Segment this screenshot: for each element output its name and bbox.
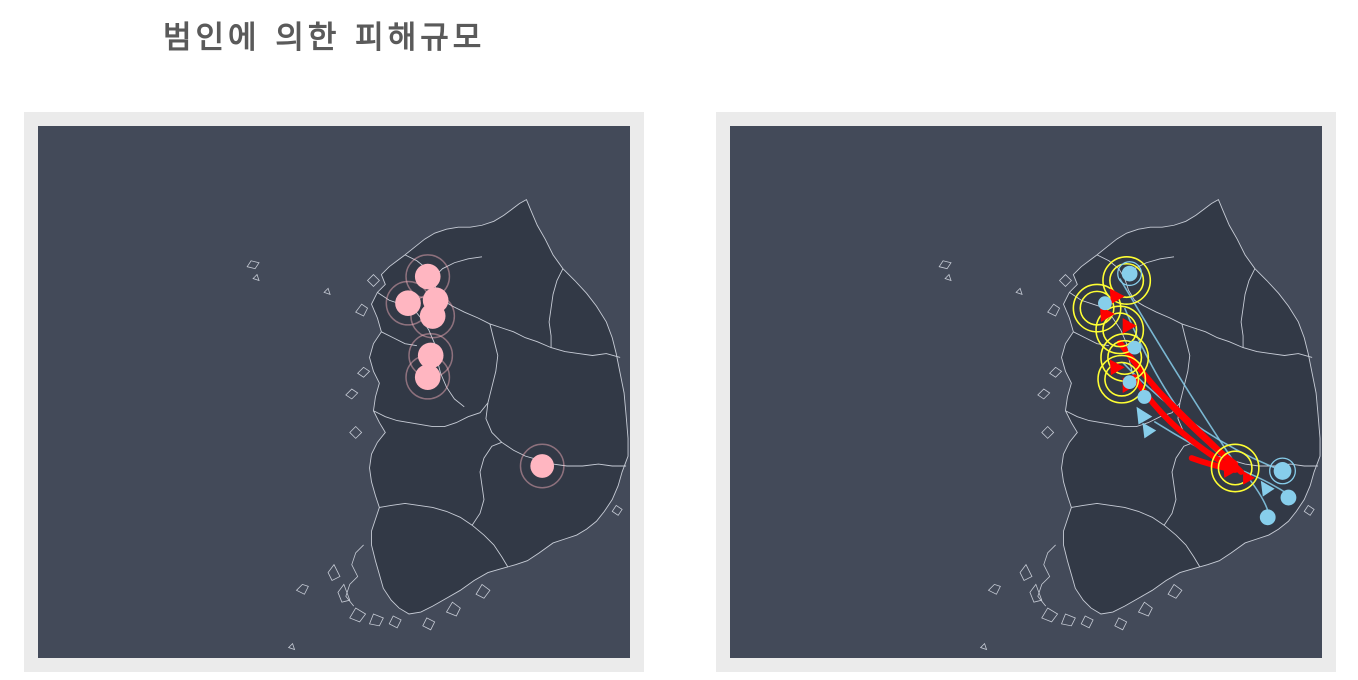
damage-map-svg[interactable] [38, 126, 630, 658]
damage-map-panel [24, 112, 644, 672]
flow-map-panel [716, 112, 1336, 672]
pink-circle-icon[interactable] [422, 287, 449, 314]
flow-map-svg[interactable] [730, 126, 1322, 658]
south-korea-outline [246, 199, 629, 650]
flow-map-canvas[interactable] [730, 126, 1322, 658]
damage-map-canvas[interactable] [38, 126, 630, 658]
